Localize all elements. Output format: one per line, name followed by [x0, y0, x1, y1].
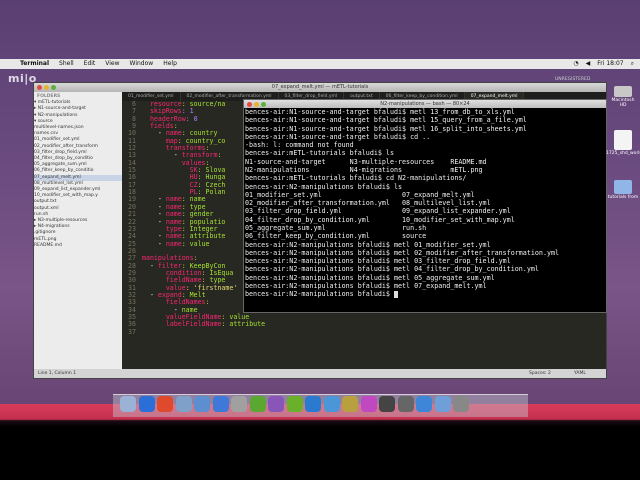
terminal-cursor: [393, 290, 398, 298]
search-icon[interactable]: ⌕: [631, 59, 634, 69]
document-icon: [614, 130, 632, 150]
terminal-title: N2-manipulations — bash — 80×24: [380, 101, 470, 107]
dock-icons: [120, 396, 469, 412]
sidebar: FOLDERS ▾ mETL-tutorials ▸ N1-source-and…: [34, 92, 122, 369]
editor-tab[interactable]: 01_modifier_set.yml: [122, 92, 181, 101]
dock-app-icon[interactable]: [434, 396, 451, 412]
dock-app-icon[interactable]: [342, 396, 358, 412]
zoom-button[interactable]: [51, 85, 56, 90]
sidebar-item[interactable]: README.md: [34, 243, 122, 249]
code-value: : 0: [185, 114, 198, 123]
terminal-line: 06_filter_keep_by_condition.yml source: [245, 232, 427, 241]
dock-app-icon[interactable]: [453, 396, 469, 412]
code-indent: -: [142, 239, 166, 248]
menu-item[interactable]: View: [105, 59, 119, 69]
folder-icon: [614, 180, 632, 194]
dock-app-icon[interactable]: [268, 396, 284, 412]
terminal-line: bences-air:N1-source-and-target bfaludi$…: [245, 116, 527, 125]
dock-app-icon[interactable]: [305, 396, 321, 412]
code-value: :: [205, 298, 210, 307]
volume-icon[interactable]: ◀: [586, 59, 591, 69]
terminal-line: bences-air:N2-manipulations bfaludi$ met…: [245, 240, 491, 249]
menu-item[interactable]: Shell: [59, 59, 74, 69]
terminal-line: 04_filter_drop_by_condition.yml 10_modif…: [245, 215, 515, 224]
dock-app-icon[interactable]: [286, 396, 303, 412]
terminal-line: 05_aggregate_sum.yml run.sh: [245, 223, 427, 232]
dock-app-icon[interactable]: [360, 396, 377, 412]
terminal-line: bences-air:N2-manipulations bfaludi$: [245, 290, 606, 298]
terminal-line: bences-air:N1-source-and-target bfaludi$…: [245, 124, 527, 133]
line-number: 37: [128, 327, 136, 336]
terminal-line: 03_filter_drop_field.yml 09_expand_list_…: [245, 207, 511, 216]
dock-app-icon[interactable]: [157, 396, 173, 412]
dock-app-icon[interactable]: [397, 396, 414, 412]
dock-app-icon[interactable]: [416, 396, 432, 412]
menu-item[interactable]: Terminal: [20, 59, 49, 69]
code-value: : attribute: [221, 320, 266, 329]
menu-bar: Terminal Shell Edit View Window Help ◔ ◀ Fri …: [0, 59, 640, 69]
terminal-line: N2-manipulations N4-migrations mETL.png: [245, 165, 483, 174]
terminal-minimize-button[interactable]: [254, 102, 259, 107]
terminal-close-button[interactable]: [247, 102, 252, 107]
terminal-line: bences-air:mETL-tutorials bfaludi$ cd N2…: [245, 174, 467, 183]
terminal-zoom-button[interactable]: [261, 102, 266, 107]
terminal-line: bences-air:N2-manipulations bfaludi$ met…: [245, 273, 495, 282]
code-key: name: [165, 239, 182, 248]
desktop-icon-label: 1725_shd_world_wide: [606, 151, 640, 156]
terminal-line: bences-air:N1-source-and-target bfaludi$…: [245, 132, 431, 141]
terminal-line: bences-air:N2-manipulations bfaludi$ ls: [245, 182, 403, 191]
hard-drive-icon: [614, 86, 632, 97]
desktop-icon-folder[interactable]: tutorials from: [606, 180, 640, 200]
desktop-icon-label: tutorials from: [607, 195, 639, 200]
terminal-window[interactable]: N2-manipulations — bash — 80×24 bences-a…: [243, 99, 607, 313]
desktop-icon-label: Macintosh HD: [611, 98, 635, 108]
cursor-position: Line 1, Column 1: [38, 371, 77, 376]
minimize-button[interactable]: [44, 85, 49, 90]
terminal-line: -bash: l: command not found: [245, 141, 354, 150]
terminal-line: 02_modifier_after_transformation.yml 08_…: [245, 199, 491, 208]
editor-title: 07_expand_melt.yml — mETL-tutorials: [271, 84, 369, 90]
dock-app-icon[interactable]: [379, 396, 395, 412]
terminal-line: bences-air:N2-manipulations bfaludi$ met…: [245, 265, 539, 274]
syntax-setting[interactable]: YAML: [574, 369, 586, 378]
menu-item[interactable]: Help: [163, 59, 177, 69]
terminal-line: bences-air:N2-manipulations bfaludi$ met…: [245, 257, 511, 266]
code-line: 37: [122, 327, 606, 336]
editor-titlebar: 07_expand_melt.yml — mETL-tutorials: [34, 83, 606, 92]
dock-app-icon[interactable]: [175, 396, 192, 412]
terminal-line: bences-air:N2-manipulations bfaludi$ met…: [245, 281, 487, 290]
dock-app-icon[interactable]: [194, 396, 210, 412]
code-value: : value: [181, 239, 210, 248]
code-key: labelFieldName: [165, 320, 222, 329]
code-line: 36 labelFieldName: attribute: [122, 320, 606, 329]
desktop: Terminal Shell Edit View Window Help ◔ ◀ Fri …: [0, 0, 640, 480]
close-button[interactable]: [37, 85, 42, 90]
dock-app-icon[interactable]: [212, 396, 229, 412]
terminal-line: N1-source-and-target N3-multiple-resourc…: [245, 157, 487, 166]
dock-app-icon[interactable]: [231, 396, 247, 412]
dock-app-icon[interactable]: [120, 396, 136, 412]
terminal-titlebar: N2-manipulations — bash — 80×24: [244, 100, 606, 108]
clock[interactable]: Fri 18:07: [597, 59, 623, 69]
terminal-output[interactable]: bences-air:N1-source-and-target bfaludi$…: [244, 108, 606, 298]
dock-app-icon[interactable]: [138, 396, 155, 412]
terminal-line: bences-air:mETL-tutorials bfaludi$ ls: [245, 149, 394, 158]
menu-item[interactable]: Edit: [84, 59, 96, 69]
unregistered-label: UNREGISTERED: [555, 77, 591, 82]
wifi-icon[interactable]: ◔: [573, 59, 578, 69]
status-bar: Line 1, Column 1 Spaces: 2 YAML: [34, 369, 606, 378]
menu-item[interactable]: Window: [130, 59, 154, 69]
code-value: :: [217, 151, 226, 160]
terminal-line: 01_modifier_set.yml 07_expand_melt.yml: [245, 190, 475, 199]
desktop-icon-file[interactable]: 1725_shd_world_wide: [606, 130, 640, 156]
desktop-icon-macintosh-hd[interactable]: Macintosh HD: [608, 86, 638, 108]
terminal-line: bences-air:N2-manipulations bfaludi$ met…: [245, 248, 560, 257]
indent-setting[interactable]: Spaces: 2: [529, 369, 551, 378]
terminal-line: bences-air:N1-source-and-target bfaludi$…: [245, 108, 515, 116]
dock-app-icon[interactable]: [249, 396, 266, 412]
dock-app-icon[interactable]: [323, 396, 340, 412]
